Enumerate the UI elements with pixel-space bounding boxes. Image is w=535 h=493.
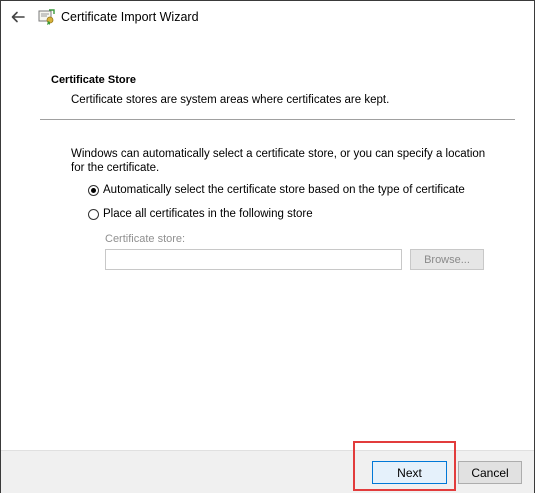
back-arrow-icon[interactable] xyxy=(9,8,27,26)
certificate-icon xyxy=(38,8,56,26)
certificate-store-input[interactable] xyxy=(105,249,402,270)
cancel-button[interactable]: Cancel xyxy=(458,461,522,484)
title-bar: Certificate Import Wizard xyxy=(1,1,534,35)
radio-label-auto: Automatically select the certificate sto… xyxy=(103,184,465,196)
radio-label-place: Place all certificates in the following … xyxy=(103,208,313,220)
radio-place-in-store[interactable]: Place all certificates in the following … xyxy=(88,208,313,220)
browse-button[interactable]: Browse... xyxy=(410,249,484,270)
intro-text: Windows can automatically select a certi… xyxy=(71,148,486,174)
section-title: Certificate Store xyxy=(51,74,136,86)
next-button[interactable]: Next xyxy=(372,461,447,484)
radio-button-selected[interactable] xyxy=(88,184,99,196)
radio-button-unselected[interactable] xyxy=(88,208,99,220)
section-description: Certificate stores are system areas wher… xyxy=(71,94,390,106)
divider xyxy=(40,119,515,120)
window-title: Certificate Import Wizard xyxy=(61,10,199,24)
radio-auto-select[interactable]: Automatically select the certificate sto… xyxy=(88,184,465,196)
wizard-window: Certificate Import Wizard Certificate St… xyxy=(0,0,535,493)
footer-bar xyxy=(1,450,534,493)
certificate-store-label: Certificate store: xyxy=(105,233,186,245)
